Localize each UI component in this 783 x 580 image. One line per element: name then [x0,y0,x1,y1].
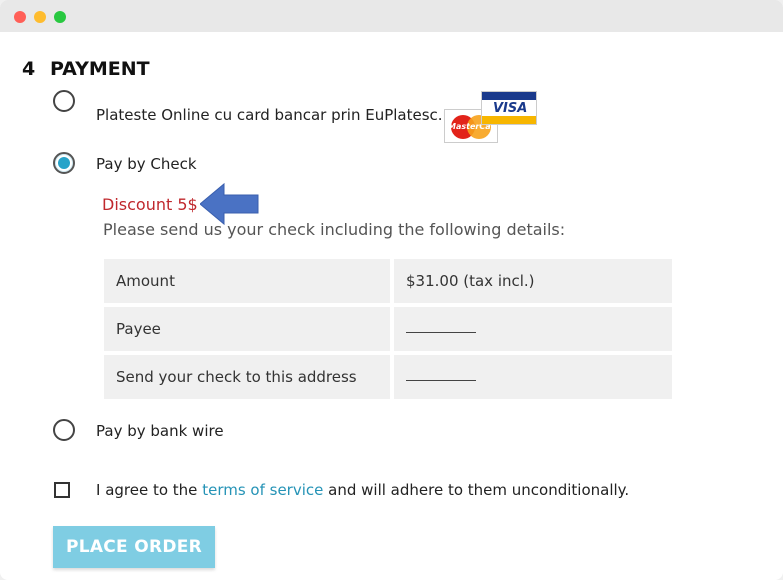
detail-label-address: Send your check to this address [104,355,390,399]
terms-of-service-link[interactable]: terms of service [202,481,323,499]
minimize-window-icon[interactable] [34,11,46,23]
option-card-payment-label[interactable]: Plateste Online cu card bancar prin EuPl… [96,106,458,124]
discount-note: Discount 5$ [102,195,198,214]
detail-label-amount: Amount [104,259,390,303]
detail-value-address [394,355,672,399]
radio-pay-by-check[interactable] [53,152,75,174]
window-titlebar [0,0,783,32]
terms-agreement-text: I agree to the terms of service and will… [96,481,629,499]
check-instructions: Please send us your check including the … [103,220,566,239]
table-row: Amount $31.00 (tax incl.) [104,259,672,303]
table-row: Send your check to this address [104,355,672,399]
terms-prefix: I agree to the [96,481,198,499]
check-details-table: Amount $31.00 (tax incl.) Payee Send you… [100,255,676,403]
table-row: Payee [104,307,672,351]
app-window: 4 PAYMENT Plateste Online cu card bancar… [0,0,783,580]
radio-card-payment[interactable] [53,90,75,112]
terms-checkbox[interactable] [54,482,70,498]
place-order-button[interactable]: PLACE ORDER [53,526,215,568]
option-bank-wire-label[interactable]: Pay by bank wire [96,422,224,440]
radio-bank-wire[interactable] [53,419,75,441]
detail-value-payee [394,307,672,351]
card-logos: MasterCard VISA [444,91,538,143]
address-blank-line [406,380,476,381]
terms-suffix: and will adhere to them unconditionally. [328,481,630,499]
step-number: 4 [22,58,36,80]
close-window-icon[interactable] [14,11,26,23]
detail-label-payee: Payee [104,307,390,351]
detail-value-amount: $31.00 (tax incl.) [394,259,672,303]
section-title: PAYMENT [50,58,150,80]
zoom-window-icon[interactable] [54,11,66,23]
option-pay-by-check-label[interactable]: Pay by Check [96,155,197,173]
payee-blank-line [406,332,476,333]
visa-logo-icon: VISA [481,91,537,125]
